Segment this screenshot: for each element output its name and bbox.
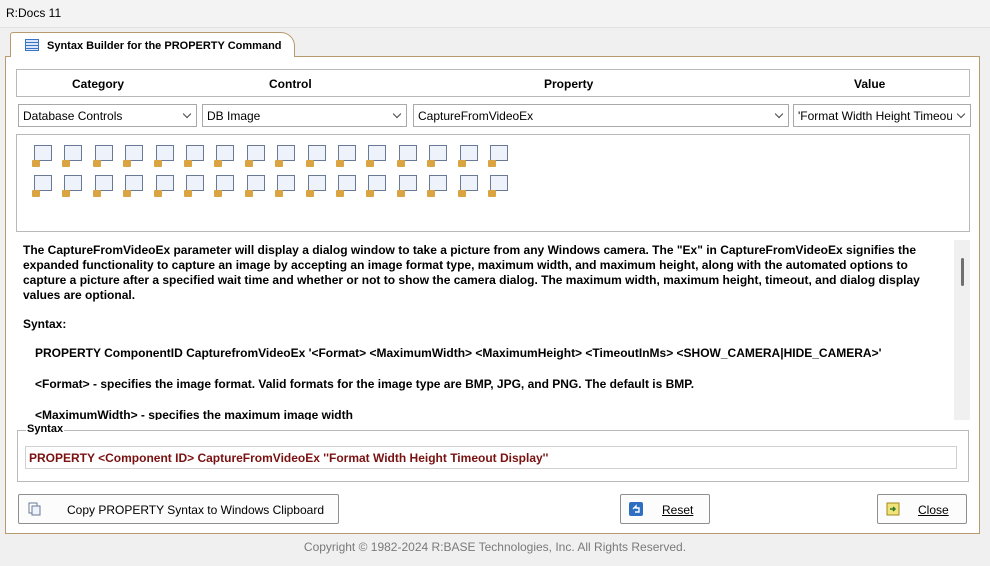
control-select-value: DB Image (207, 109, 261, 123)
reset-label: Reset (662, 503, 694, 517)
description-paragraph: The CaptureFromVideoEx parameter will di… (23, 243, 920, 302)
copy-syntax-button[interactable]: Copy PROPERTY Syntax to Windows Clipboar… (18, 494, 339, 524)
db-layout-icon[interactable] (396, 173, 421, 197)
db-edit-icon[interactable] (62, 143, 86, 167)
db-table-icon[interactable] (62, 173, 86, 197)
db-home-icon[interactable] (92, 173, 117, 197)
copy-syntax-label: Copy PROPERTY Syntax to Windows Clipboar… (67, 503, 324, 517)
control-toolbox (16, 134, 970, 232)
db-columns-icon[interactable] (457, 173, 482, 197)
syntax-output-field[interactable]: PROPERTY <Component ID> CaptureFromVideo… (25, 446, 957, 469)
column-headers: Category Control Property Value (16, 69, 970, 97)
form-icon (25, 39, 39, 51)
db-listbox-icon[interactable] (275, 143, 299, 167)
undo-icon (629, 502, 643, 516)
db-sum-icon[interactable] (488, 173, 512, 197)
db-spin-icon[interactable] (336, 143, 360, 167)
clipboard-copy-icon (28, 502, 41, 516)
db-datetime-icon[interactable] (153, 173, 178, 197)
property-select[interactable]: CaptureFromVideoEx (413, 104, 789, 127)
value-select-value: 'Format Width Height Timeout Display' (798, 109, 952, 123)
db-tree-nodes-icon[interactable] (336, 173, 360, 197)
db-gauge-icon[interactable] (305, 173, 330, 197)
db-list-icon[interactable] (457, 143, 482, 167)
db-chart-icon[interactable] (275, 173, 299, 197)
control-select[interactable]: DB Image (202, 104, 407, 127)
db-richtext-add-icon[interactable] (123, 173, 147, 197)
syntax-group: Syntax PROPERTY <Component ID> CaptureFr… (17, 423, 969, 482)
scrollbar-thumb[interactable] (961, 258, 964, 286)
db-combo-icon[interactable] (366, 143, 390, 167)
db-memo-icon[interactable] (92, 143, 117, 167)
db-image-icon[interactable] (184, 143, 208, 167)
close-label: Close (918, 503, 949, 517)
close-button[interactable]: Close (877, 494, 967, 524)
property-header: Property (544, 77, 594, 91)
chevron-down-icon (956, 109, 966, 119)
db-calc-icon[interactable] (184, 173, 208, 197)
db-lookup-icon[interactable] (305, 143, 330, 167)
tab-syntax-builder[interactable]: Syntax Builder for the PROPERTY Command (10, 32, 295, 57)
db-tree-icon[interactable] (427, 143, 451, 167)
window-title: R:Docs 11 (6, 6, 62, 20)
db-grid-view-icon[interactable] (244, 173, 269, 197)
syntax-line: PROPERTY ComponentID CapturefromVideoEx … (35, 346, 882, 360)
syntax-output-text: PROPERTY <Component ID> CaptureFromVideo… (29, 451, 549, 465)
db-dial-icon[interactable] (366, 173, 390, 197)
maxwidth-line: <MaximumWidth> - specifies the maximum i… (35, 408, 353, 420)
chevron-down-icon (774, 109, 784, 119)
db-navigator-icon[interactable] (32, 173, 56, 197)
db-spin-edit-icon[interactable] (214, 173, 238, 197)
description-panel: The CaptureFromVideoEx parameter will di… (16, 240, 970, 420)
syntax-heading: Syntax: (23, 317, 67, 331)
syntax-legend: Syntax (26, 423, 65, 435)
property-select-value: CaptureFromVideoEx (418, 109, 534, 123)
value-header: Value (854, 77, 886, 91)
category-header: Category (72, 77, 125, 91)
chevron-down-icon (182, 109, 192, 119)
db-grid-icon[interactable] (396, 143, 421, 167)
category-select-value: Database Controls (23, 109, 123, 123)
reset-button[interactable]: Reset (620, 494, 710, 524)
tab-label: Syntax Builder for the PROPERTY Command (47, 40, 282, 52)
description-scrollbar[interactable] (954, 240, 970, 420)
exit-door-icon (886, 502, 900, 516)
title-bar: R:Docs 11 (0, 0, 990, 28)
category-select[interactable]: Database Controls (18, 104, 197, 127)
control-header: Control (269, 77, 312, 91)
format-line: <Format> - specifies the image format. V… (35, 377, 695, 391)
db-label-icon[interactable] (32, 143, 56, 167)
value-select[interactable]: 'Format Width Height Timeout Display' (793, 104, 971, 127)
db-browse-icon[interactable] (427, 173, 451, 197)
db-radio-icon[interactable] (244, 143, 269, 167)
copyright-text: Copyright © 1982-2024 R:BASE Technologie… (303, 540, 687, 554)
db-form-icon[interactable] (488, 143, 512, 167)
db-globe-icon[interactable] (123, 143, 147, 167)
chevron-down-icon (392, 109, 402, 119)
db-checkbox-icon[interactable] (214, 143, 238, 167)
db-rich-text-icon[interactable] (153, 143, 178, 167)
